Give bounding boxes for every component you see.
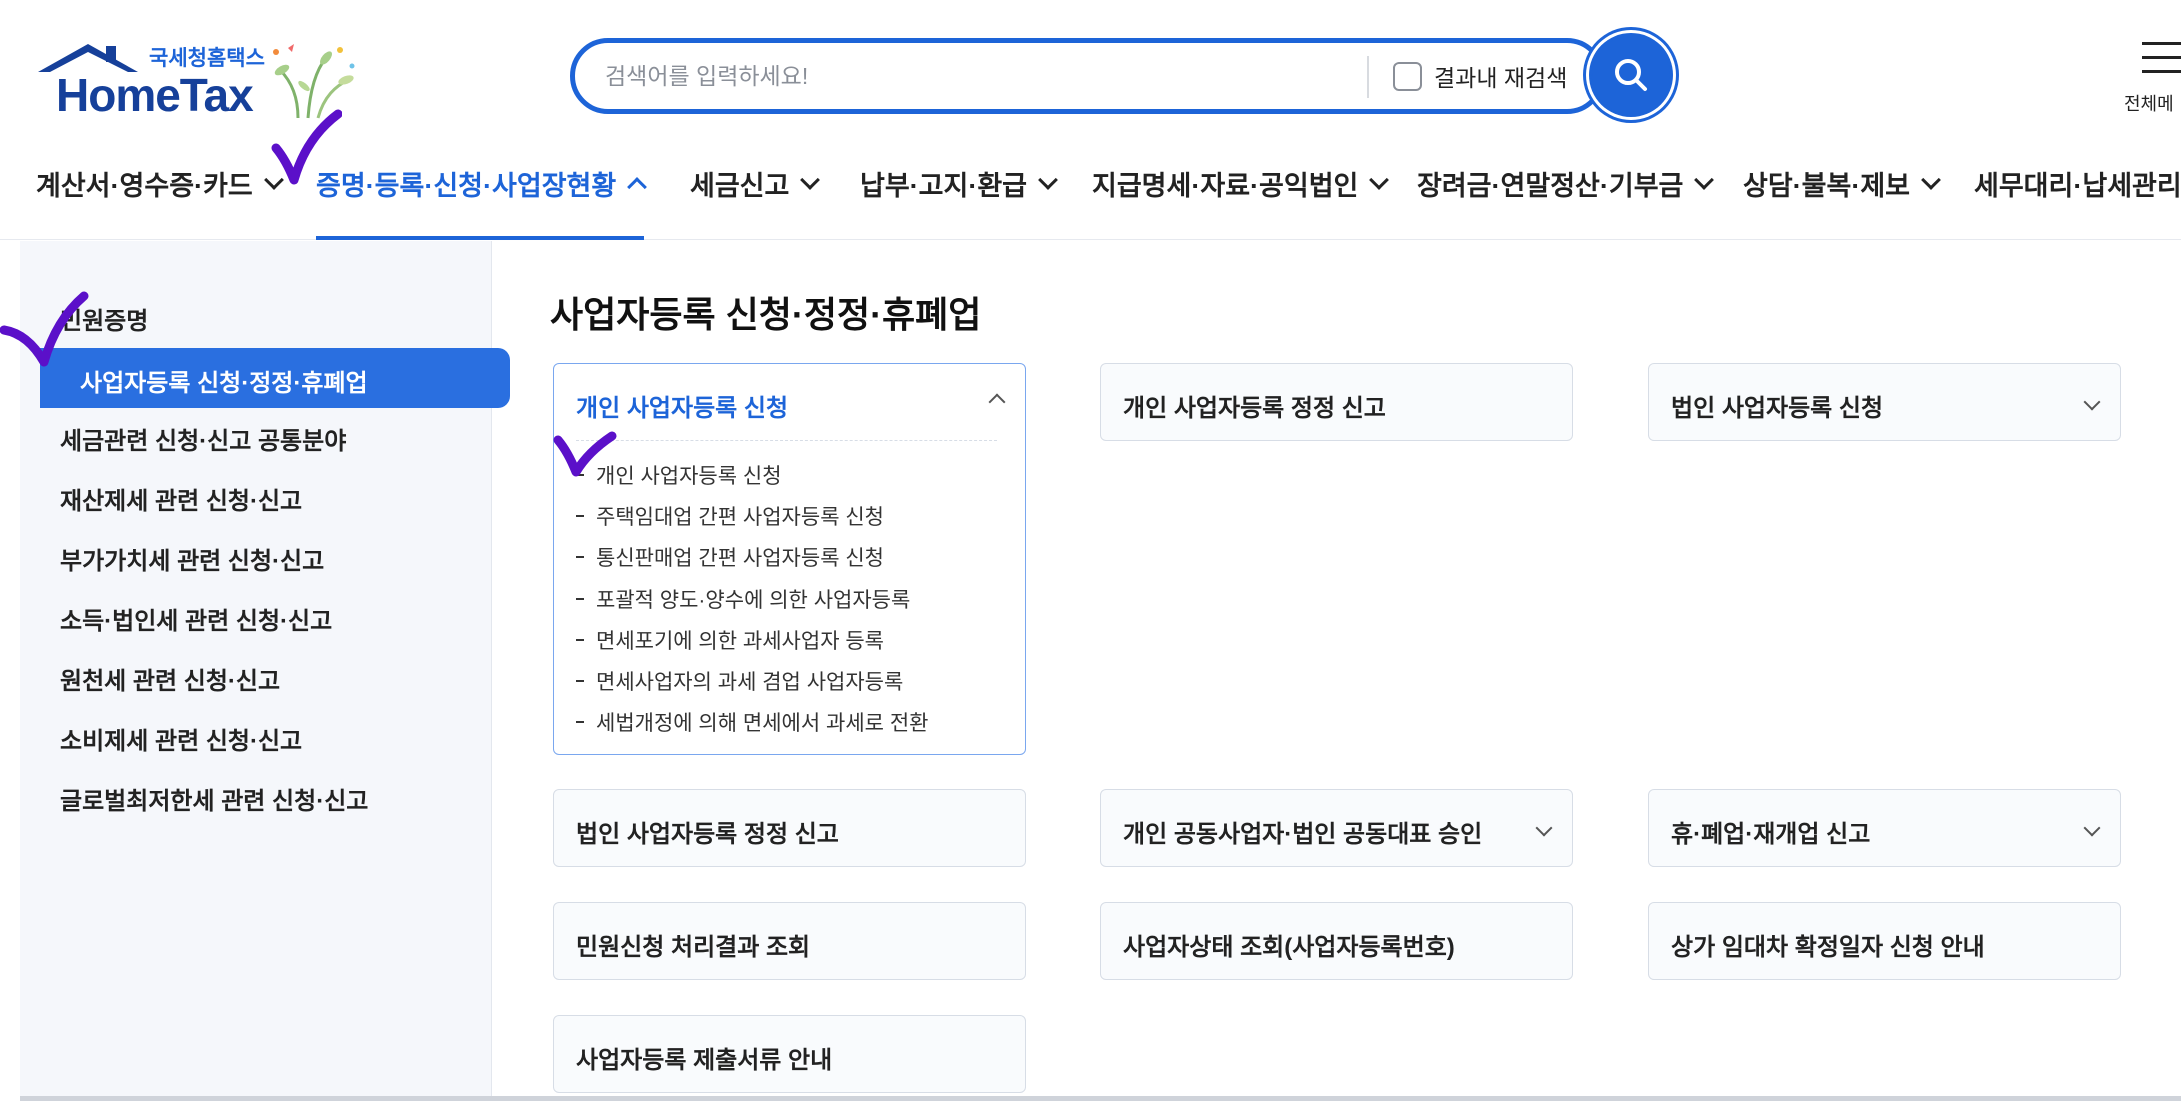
gnb-label: 계산서·영수증·카드: [36, 171, 253, 201]
sub-menu-item[interactable]: 주택임대업 간편 사업자등록 신청: [576, 495, 928, 536]
sidebar-item-property-tax[interactable]: 재산제세 관련 신청·신고: [60, 481, 302, 516]
gnb-item-tax-return[interactable]: 세금신고: [690, 164, 821, 203]
dash-icon: [576, 680, 584, 683]
gnb-label: 상담·불복·제보: [1743, 171, 1911, 201]
checkmark-annotation-icon: [271, 109, 342, 185]
dash-icon: [576, 721, 584, 724]
search-button[interactable]: [1589, 33, 1673, 117]
card-divider: [576, 440, 997, 441]
card-business-status[interactable]: 사업자상태 조회(사업자등록번호): [1100, 902, 1573, 980]
search-input[interactable]: [605, 55, 1405, 97]
chevron-down-icon: [800, 169, 821, 190]
checkmark-annotation-icon: [553, 431, 617, 477]
sub-menu-label: 면세포기에 의한 과세사업자 등록: [596, 629, 884, 653]
sub-menu-label: 개인 사업자등록 신청: [596, 464, 782, 488]
sub-menu-item[interactable]: 개인 사업자등록 신청: [576, 454, 928, 495]
research-checkbox[interactable]: [1393, 61, 1422, 91]
sidebar-item-consumption-tax[interactable]: 소비제세 관련 신청·신고: [60, 721, 302, 756]
gnb-item-payment[interactable]: 납부·고지·환급: [860, 164, 1058, 203]
card-corporate-correction[interactable]: 법인 사업자등록 정정 신고: [553, 789, 1026, 867]
chevron-down-icon: [2083, 393, 2101, 411]
gnb-item-statements[interactable]: 지급명세·자료·공익법인: [1092, 164, 1390, 203]
chevron-down-icon: [1535, 819, 1553, 837]
sub-menu-item[interactable]: 면세사업자의 과세 겸업 사업자등록: [576, 660, 928, 701]
card-label: 법인 사업자등록 신청: [1671, 395, 1884, 422]
gnb-item-incentives[interactable]: 장려금·연말정산·기부금: [1417, 164, 1715, 203]
card-lease-fixed-date[interactable]: 상가 임대차 확정일자 신청 안내: [1648, 902, 2121, 980]
dash-icon: [576, 556, 584, 559]
chevron-down-icon: [1369, 169, 1390, 190]
card-label: 개인 사업자등록 신청: [576, 395, 789, 422]
active-tab-indicator: [316, 236, 644, 240]
sidebar: 민원증명 사업자등록 신청·정정·휴폐업 세금관련 신청·신고 공통분야 재산제…: [20, 241, 510, 1101]
sub-menu-item[interactable]: 포괄적 양도·양수에 의한 사업자등록: [576, 578, 928, 619]
research-toggle[interactable]: 결과내 재검색: [1393, 59, 1567, 93]
card-label: 개인 공동사업자·법인 공동대표 승인: [1123, 821, 1483, 848]
card-individual-correction[interactable]: 개인 사업자등록 정정 신고: [1100, 363, 1573, 441]
card-joint-business-approval[interactable]: 개인 공동사업자·법인 공동대표 승인: [1100, 789, 1573, 867]
sub-menu-item[interactable]: 세법개정에 의해 면세에서 과세로 전환: [576, 702, 928, 743]
card-closure-report[interactable]: 휴·폐업·재개업 신고: [1648, 789, 2121, 867]
card-label: 상가 임대차 확정일자 신청 안내: [1671, 934, 1985, 961]
search-divider: [1367, 56, 1369, 98]
card-label: 민원신청 처리결과 조회: [576, 934, 811, 961]
sub-menu-label: 포괄적 양도·양수에 의한 사업자등록: [596, 588, 911, 612]
card-label: 휴·폐업·재개업 신고: [1671, 821, 1871, 848]
sub-menu-label: 통신판매업 간편 사업자등록 신청: [596, 547, 884, 571]
sidebar-item-common-tax[interactable]: 세금관련 신청·신고 공통분야: [60, 421, 346, 456]
gnb-item-receipts[interactable]: 계산서·영수증·카드: [36, 164, 284, 203]
gnb-item-agents[interactable]: 세무대리·납세관리: [1974, 164, 2181, 203]
chevron-down-icon: [1694, 169, 1715, 190]
sub-menu-label: 면세사업자의 과세 겸업 사업자등록: [596, 671, 904, 695]
sidebar-item-global-minimum-tax[interactable]: 글로벌최저한세 관련 신청·신고: [60, 781, 368, 816]
gnb-item-certificates[interactable]: 증명·등록·신청·사업장현황: [316, 164, 648, 203]
sidebar-item-label: 사업자등록 신청·정정·휴폐업: [80, 370, 368, 397]
hamburger-icon: [2142, 42, 2181, 84]
chevron-down-icon: [2083, 819, 2101, 837]
dash-icon: [576, 597, 584, 600]
sub-menu-list: 개인 사업자등록 신청 주택임대업 간편 사업자등록 신청 통신판매업 간편 사…: [576, 454, 928, 743]
gnb-label: 지급명세·자료·공익법인: [1092, 171, 1359, 201]
sidebar-item-withholding-tax[interactable]: 원천세 관련 신청·신고: [60, 661, 280, 696]
gnb-label: 장려금·연말정산·기부금: [1417, 171, 1684, 201]
checkmark-annotation-icon: [0, 291, 89, 367]
sidebar-item-business-registration[interactable]: 사업자등록 신청·정정·휴폐업: [40, 348, 510, 408]
sub-menu-item[interactable]: 통신판매업 간편 사업자등록 신청: [576, 537, 928, 578]
card-individual-registration[interactable]: 개인 사업자등록 신청 개인 사업자등록 신청 주택임대업 간편 사업자등록 신…: [553, 363, 1026, 755]
dash-icon: [576, 514, 584, 517]
gnb-label: 증명·등록·신청·사업장현황: [316, 171, 617, 201]
bottom-border: [20, 1096, 2181, 1101]
card-application-result[interactable]: 민원신청 처리결과 조회: [553, 902, 1026, 980]
gnb-label: 납부·고지·환급: [860, 171, 1028, 201]
gnb-item-consult[interactable]: 상담·불복·제보: [1743, 164, 1941, 203]
dash-icon: [576, 638, 584, 641]
sidebar-item-income-corporate-tax[interactable]: 소득·법인세 관련 신청·신고: [60, 601, 332, 636]
card-label: 법인 사업자등록 정정 신고: [576, 821, 839, 848]
page-title: 사업자등록 신청·정정·휴폐업: [550, 294, 982, 335]
all-menu-button[interactable]: 전체메: [2122, 38, 2181, 118]
card-corporate-registration[interactable]: 법인 사업자등록 신청: [1648, 363, 2121, 441]
chevron-up-icon: [627, 176, 648, 197]
all-menu-label: 전체메: [2124, 94, 2174, 114]
chevron-up-icon: [988, 393, 1006, 411]
chevron-down-icon: [1921, 169, 1941, 190]
card-label: 사업자등록 제출서류 안내: [576, 1047, 833, 1074]
gnb-label: 세금신고: [690, 171, 790, 201]
gnb-label: 세무대리·납세관리: [1974, 171, 2181, 201]
hometax-logo[interactable]: 국세청홈택스 HomeTax: [36, 30, 366, 121]
sub-menu-label: 주택임대업 간편 사업자등록 신청: [596, 505, 884, 529]
logo-title: HomeTax: [56, 69, 254, 121]
chevron-down-icon: [1038, 169, 1058, 190]
card-label: 개인 사업자등록 정정 신고: [1123, 395, 1386, 422]
card-required-documents[interactable]: 사업자등록 제출서류 안내: [553, 1015, 1026, 1093]
search-box: 결과내 재검색: [570, 38, 1605, 114]
search-icon: [1615, 59, 1647, 91]
sub-menu-item[interactable]: 면세포기에 의한 과세사업자 등록: [576, 619, 928, 660]
sidebar-item-vat[interactable]: 부가가치세 관련 신청·신고: [60, 541, 324, 576]
research-label: 결과내 재검색: [1434, 65, 1568, 91]
sub-menu-label: 세법개정에 의해 면세에서 과세로 전환: [596, 712, 929, 736]
card-label: 사업자상태 조회(사업자등록번호): [1123, 934, 1455, 961]
